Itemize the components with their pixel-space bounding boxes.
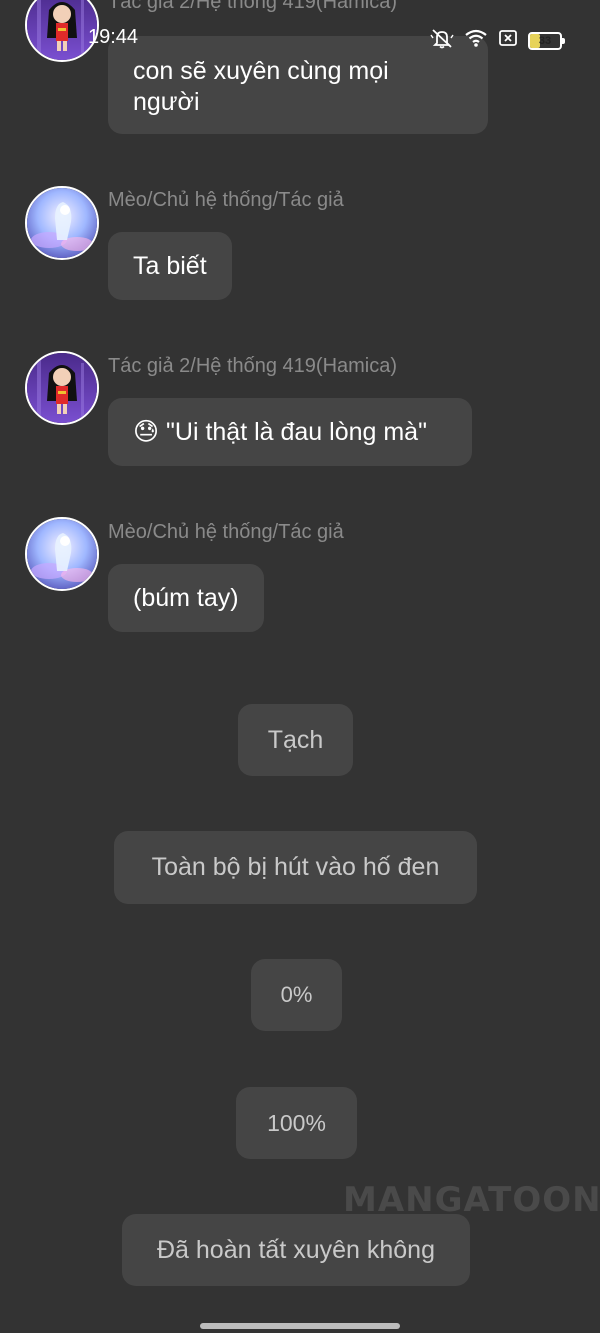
- sweat-face-emoji: 😓: [133, 417, 160, 446]
- battery-icon: 33: [528, 31, 565, 50]
- message-text-line: Ta biết: [133, 252, 207, 280]
- message-text-line: con sẽ xuyên cùng mọi: [133, 57, 389, 85]
- message-bubble: Ta biết: [108, 232, 232, 300]
- status-bar: 19:44 33: [0, 22, 600, 54]
- message-sender: Mèo/Chủ hệ thống/Tác giả: [108, 189, 344, 211]
- message-text-line: "Ui thật là đau lòng mà": [166, 418, 427, 446]
- message-sender: Tác giả 2/Hệ thống 419(Hamica): [108, 355, 398, 377]
- narration-bubble: Tạch: [238, 704, 353, 776]
- blue-fairy-avatar[interactable]: [25, 517, 99, 591]
- home-indicator[interactable]: [200, 1323, 400, 1329]
- message-text-line: người: [133, 88, 200, 116]
- mute-bell-icon: [430, 27, 454, 54]
- message-sender: Mèo/Chủ hệ thống/Tác giả: [108, 521, 344, 543]
- anime-girl-avatar[interactable]: [25, 351, 99, 425]
- message-bubble: (búm tay): [108, 564, 264, 632]
- message-text-line: (búm tay): [133, 584, 239, 612]
- narration-bubble: Đã hoàn tất xuyên không: [122, 1214, 470, 1286]
- blue-fairy-avatar[interactable]: [25, 186, 99, 260]
- status-icons: 33: [430, 27, 565, 54]
- battery-level-text: 33: [538, 34, 552, 47]
- wifi-icon: [464, 28, 488, 53]
- message-sender: Tác giả 2/Hệ thống 419(Hamica): [108, 0, 398, 13]
- x-box-icon: [498, 29, 518, 52]
- message-bubble: 😓 "Ui thật là đau lòng mà": [108, 398, 472, 466]
- narration-bubble: 0%: [251, 959, 342, 1031]
- narration-bubble: Toàn bộ bị hút vào hố đen: [114, 831, 477, 904]
- narration-bubble: 100%: [236, 1087, 357, 1159]
- status-time: 19:44: [88, 26, 139, 48]
